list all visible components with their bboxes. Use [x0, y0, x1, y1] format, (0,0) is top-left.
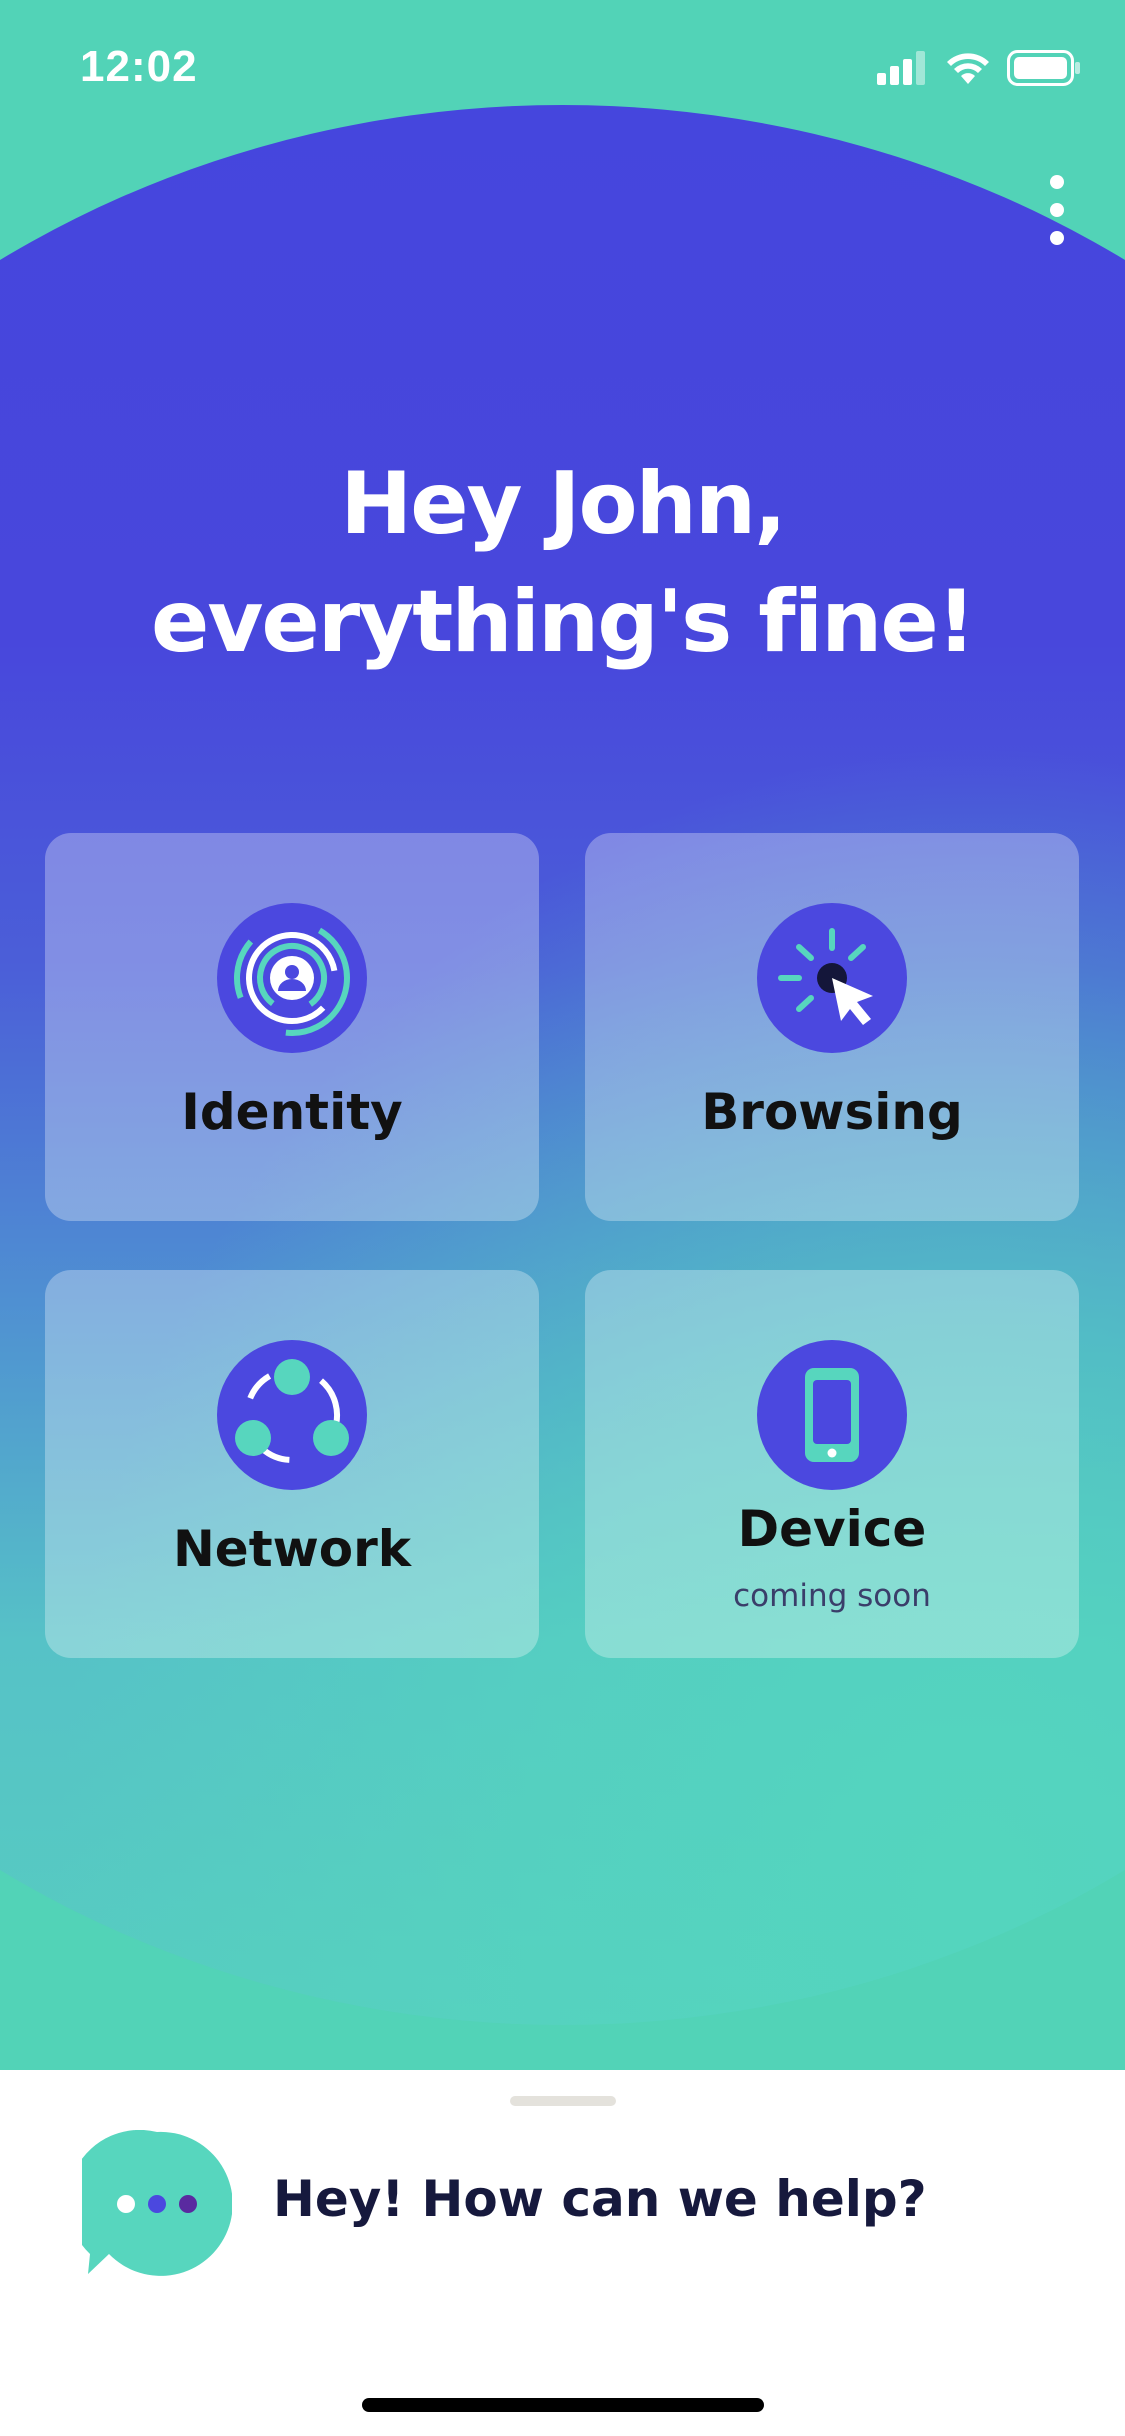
status-bar: 12:02 — [0, 0, 1125, 140]
identity-tile[interactable]: Identity — [45, 833, 539, 1221]
more-menu-button[interactable] — [1037, 175, 1077, 245]
battery-icon — [1007, 50, 1080, 86]
network-tile[interactable]: Network — [45, 1270, 539, 1658]
chat-bubble-icon[interactable] — [82, 2130, 232, 2280]
help-message[interactable]: Hey! How can we help? — [273, 2170, 927, 2228]
network-label: Network — [172, 1520, 412, 1578]
status-time: 12:02 — [80, 42, 198, 91]
device-tile[interactable]: Device coming soon — [585, 1270, 1079, 1658]
device-label: Device — [737, 1500, 927, 1558]
identity-icon — [217, 903, 367, 1053]
browsing-cursor-icon — [757, 903, 907, 1053]
identity-label: Identity — [181, 1083, 403, 1141]
browsing-tile[interactable]: Browsing — [585, 833, 1079, 1221]
help-sheet[interactable]: Hey! How can we help? — [0, 2070, 1125, 2436]
device-coming-soon: coming soon — [733, 1578, 931, 1614]
home-indicator[interactable] — [362, 2398, 764, 2412]
network-icon — [217, 1340, 367, 1490]
greeting-headline: Hey John, everything's fine! — [151, 454, 976, 672]
more-vertical-icon — [1050, 175, 1064, 189]
mobile-device-icon — [757, 1340, 907, 1490]
status-icons — [877, 50, 1081, 86]
sheet-drag-handle[interactable] — [510, 2096, 616, 2106]
wifi-icon — [947, 53, 989, 84]
cellular-signal-icon — [877, 51, 925, 85]
browsing-label: Browsing — [701, 1083, 963, 1141]
